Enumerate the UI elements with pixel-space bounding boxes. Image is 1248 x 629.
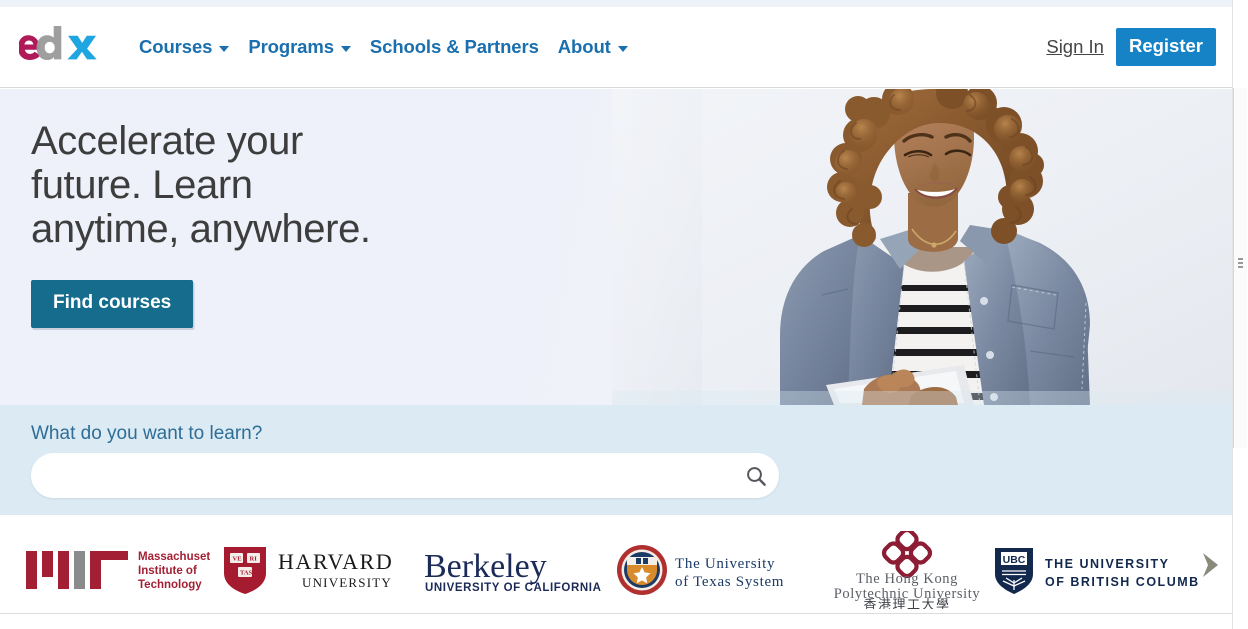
nav-label-programs: Programs <box>248 36 334 57</box>
ubc-badge-text: UBC <box>1003 554 1026 566</box>
main-navigation: Courses Programs Schools & Partners Abou… <box>139 36 628 58</box>
ubc-line-1: THE UNIVERSITY <box>1045 557 1170 571</box>
find-courses-button[interactable]: Find courses <box>31 280 194 328</box>
hkpolyu-line-1: The Hong Kong <box>856 571 958 587</box>
partner-carousel-next-button[interactable] <box>1197 550 1225 580</box>
page-scrollbar[interactable] <box>1232 0 1248 629</box>
hkpolyu-logo-icon: The Hong Kong Polytechnic University 香港理… <box>834 531 980 609</box>
ubc-logo-icon: UBC THE UNIVERSITY OF BRITISH COLUMBIA <box>995 548 1198 594</box>
berkeley-logo-icon: Berkeley UNIVERSITY OF CALIFORNIA <box>424 548 601 594</box>
magnifier-glyph <box>747 466 766 486</box>
harvard-subtitle: UNIVERSITY <box>302 575 392 590</box>
nav-item-schools-partners[interactable]: Schools & Partners <box>370 36 539 58</box>
header-account-actions: Sign In Register <box>1034 28 1216 66</box>
register-button[interactable]: Register <box>1115 28 1216 66</box>
nav-label-about: About <box>557 36 611 57</box>
berkeley-subtitle: UNIVERSITY OF CALIFORNIA <box>425 582 601 594</box>
page-bottom-gap <box>0 614 1232 629</box>
utexas-logo-icon: The University of Texas System <box>617 545 784 595</box>
partner-logo-mit[interactable]: Massachusetts Institute of Technology <box>26 545 210 595</box>
partner-logo-harvard[interactable]: VE RI TAS HARVARD UNIVERSITY <box>222 545 412 595</box>
hero-photo-illustration <box>612 89 1232 405</box>
nav-item-about[interactable]: About <box>558 36 628 58</box>
harvard-shield-ve: VE <box>233 556 242 563</box>
nav-item-courses[interactable]: Courses <box>139 36 230 58</box>
search-bar[interactable] <box>31 453 779 498</box>
chevron-down-icon <box>340 45 351 52</box>
search-icon[interactable] <box>733 453 779 498</box>
hero-title: Accelerate your future. Learn anytime, a… <box>31 119 371 251</box>
hero-image <box>612 89 1232 405</box>
nav-label-courses: Courses <box>139 36 213 57</box>
partner-logo-hkpolyu[interactable]: The Hong Kong Polytechnic University 香港理… <box>800 531 1015 609</box>
edx-logo[interactable] <box>19 26 97 68</box>
partner-logo-ubc[interactable]: UBC THE UNIVERSITY OF BRITISH COLUMBIA <box>993 547 1198 595</box>
partner-row: Massachusetts Institute of Technology <box>0 515 1232 613</box>
utexas-line-2: of Texas System <box>675 574 784 590</box>
harvard-shield-ri: RI <box>250 556 258 563</box>
harvard-wordmark: HARVARD <box>278 549 393 574</box>
berkeley-wordmark: Berkeley <box>424 548 547 585</box>
nav-item-programs[interactable]: Programs <box>248 36 351 58</box>
top-strip <box>0 0 1232 7</box>
scrollbar-grip-icon <box>1238 258 1243 269</box>
utexas-line-1: The University <box>675 556 775 572</box>
partner-logo-utexas[interactable]: The University of Texas System <box>615 543 815 597</box>
mit-line-2: Institute of <box>138 565 197 577</box>
chevron-right-icon <box>1203 553 1218 577</box>
sign-in-link[interactable]: Sign In <box>1034 32 1116 62</box>
partner-logo-berkeley[interactable]: Berkeley UNIVERSITY OF CALIFORNIA <box>422 545 602 595</box>
site-header: Courses Programs Schools & Partners Abou… <box>0 7 1232 88</box>
chevron-down-icon <box>219 45 230 52</box>
edx-homepage: Courses Programs Schools & Partners Abou… <box>0 0 1248 629</box>
hero-banner: Accelerate your future. Learn anytime, a… <box>0 89 1232 405</box>
mit-logo-icon: Massachusetts Institute of Technology <box>26 551 210 591</box>
chevron-down-icon <box>617 45 628 52</box>
ubc-line-2: OF BRITISH COLUMBIA <box>1045 575 1198 589</box>
mit-line-1: Massachusetts <box>138 551 210 563</box>
edx-logo-icon <box>19 26 97 60</box>
nav-label-schools-partners: Schools & Partners <box>369 36 539 57</box>
hkpolyu-line-chinese: 香港理工大學 <box>863 598 950 609</box>
search-input[interactable] <box>51 454 733 497</box>
search-band: What do you want to learn? <box>0 405 1232 515</box>
partner-logo-carousel: Massachusetts Institute of Technology <box>0 515 1232 614</box>
search-label: What do you want to learn? <box>31 423 263 444</box>
mit-line-3: Technology <box>138 579 202 591</box>
harvard-shield-tas: TAS <box>240 570 253 577</box>
hero-copy: Accelerate your future. Learn anytime, a… <box>31 119 461 328</box>
harvard-logo-icon: VE RI TAS HARVARD UNIVERSITY <box>224 547 393 594</box>
